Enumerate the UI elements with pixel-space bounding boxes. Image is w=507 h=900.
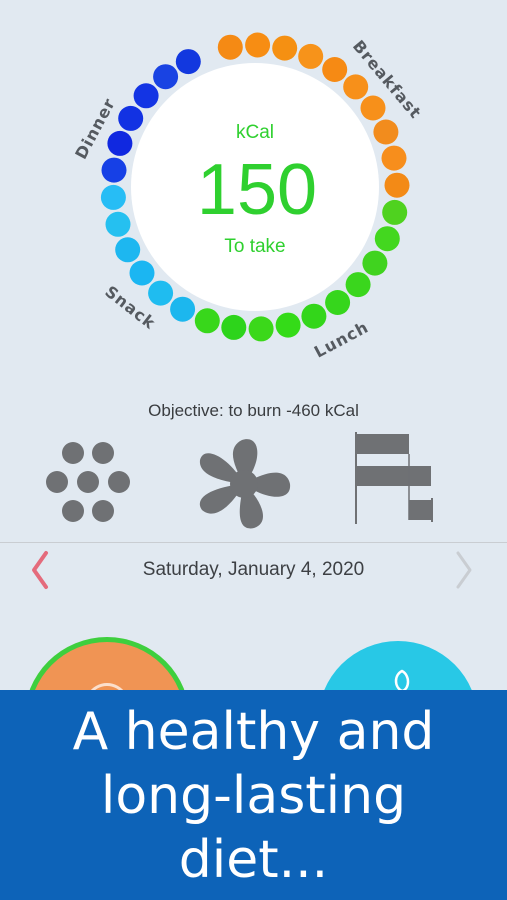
center-subtitle: To take: [224, 236, 286, 257]
ring-dot: [298, 43, 324, 69]
ring-dot: [360, 95, 386, 121]
ring-dot: [382, 199, 408, 225]
ring-dot: [115, 237, 141, 263]
ring-dot: [384, 172, 410, 198]
ring-dot: [345, 272, 371, 298]
bars-view-button[interactable]: [355, 432, 435, 524]
ring-dot: [170, 296, 196, 322]
ring-dot: [275, 312, 301, 338]
ring-dot: [272, 35, 298, 61]
dots-view-button[interactable]: [42, 440, 134, 526]
ring-dot: [221, 314, 247, 340]
ring-dot: [175, 49, 201, 75]
current-date: Saturday, January 4, 2020: [142, 559, 365, 580]
ring-dot: [343, 74, 369, 100]
ring-dot: [100, 184, 126, 210]
promo-banner: A healthy and long-lasting diet...: [0, 690, 507, 900]
dots-cluster-icon: [46, 442, 130, 522]
divider: [0, 542, 507, 543]
ring-dot: [362, 250, 388, 276]
ring-dot: [148, 280, 174, 306]
ring-dot: [129, 260, 155, 286]
ring-dot: [194, 308, 220, 334]
objective-text: Objective: to burn -460 kCal: [148, 401, 359, 420]
banner-line-3: diet...: [178, 830, 329, 890]
ring-dot: [153, 64, 179, 90]
ring-dot: [248, 316, 274, 342]
ring-dot: [118, 105, 144, 131]
center-unit-label: kCal: [235, 122, 274, 143]
ring-dot: [374, 226, 400, 252]
banner-line-1: A healthy and: [72, 702, 435, 762]
chevron-right-icon: [456, 551, 472, 589]
calorie-value: 150: [196, 150, 318, 230]
banner-line-2: long-lasting: [100, 766, 407, 826]
ring-dot: [105, 211, 131, 237]
flower-chart-icon: [199, 439, 291, 529]
next-day-button[interactable]: [452, 549, 476, 591]
ring-dot: [217, 34, 243, 60]
ring-dot: [373, 119, 399, 145]
ring-dot: [133, 83, 159, 109]
ring-dot: [301, 303, 327, 329]
ring-dot: [107, 130, 133, 156]
flower-view-button[interactable]: [194, 436, 294, 532]
ring-dot: [101, 157, 127, 183]
bar-chart-icon: [355, 432, 433, 524]
ring-dot: [381, 145, 407, 171]
ring-dot: [322, 57, 348, 82]
ring-dot: [325, 290, 351, 315]
ring-dot: [245, 32, 271, 58]
